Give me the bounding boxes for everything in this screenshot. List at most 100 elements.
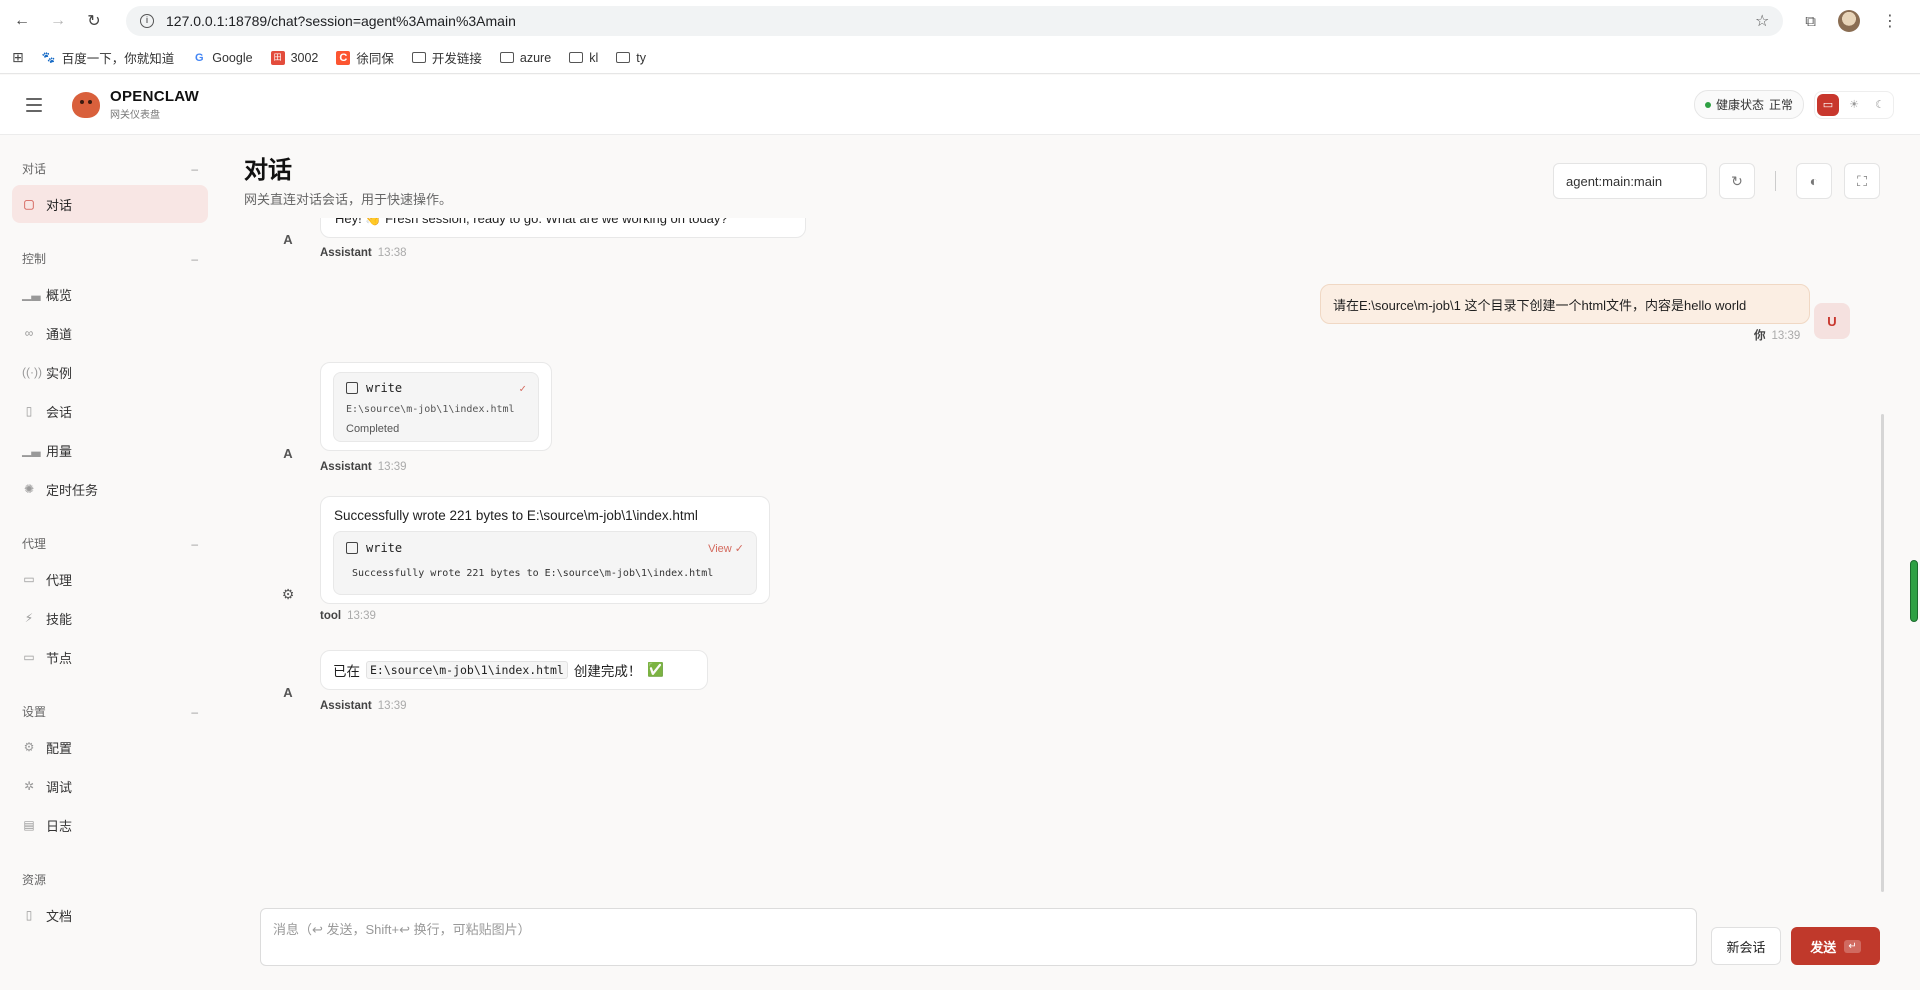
bookmark-star-icon[interactable]: ☆ <box>1755 11 1769 31</box>
bookmark-3002[interactable]: 田 3002 <box>270 50 318 65</box>
assistant-avatar: A <box>283 231 293 247</box>
book-icon: ▯ <box>25 908 33 922</box>
bookmark-google[interactable]: G Google <box>192 51 253 65</box>
session-selector[interactable]: agent:main:main <box>1553 163 1707 199</box>
sidebar-item-cron[interactable]: ✺ 定时任务 <box>12 470 208 508</box>
sidebar-item-instances[interactable]: ((·)) 实例 <box>12 353 208 391</box>
collapse-icon[interactable]: – <box>191 252 198 266</box>
theme-switcher: ▭ ☀ ☾ <box>1814 90 1894 119</box>
collapse-icon[interactable]: – <box>191 162 198 176</box>
health-status-badge: 健康状态 正常 <box>1693 90 1804 119</box>
new-session-button[interactable]: 新会话 <box>1711 927 1781 965</box>
main-content: 对话 网关直连对话会话，用于快速操作。 agent:main:main ↻ ◐ … <box>220 136 1920 990</box>
send-button[interactable]: 发送 ↵ <box>1791 927 1880 965</box>
sidebar-item-sessions[interactable]: ▯ 会话 <box>12 392 208 430</box>
refresh-icon[interactable]: ↻ <box>1719 163 1755 199</box>
app-icon: 田 <box>270 50 285 65</box>
page-subtitle: 网关直连对话会话，用于快速操作。 <box>244 192 453 207</box>
thinking-toggle-icon[interactable]: ◐ <box>1796 163 1832 199</box>
sidebar-section-resources: 资源 <box>22 873 47 887</box>
back-icon[interactable]: ← <box>12 11 32 31</box>
user-avatar: U <box>1814 303 1850 339</box>
address-bar[interactable]: i 127.0.0.1:18789/chat?session=agent%3Am… <box>126 6 1784 36</box>
sun-theme-icon[interactable]: ☀ <box>1843 94 1865 116</box>
assistant-tool-message: write ✓ E:\source\m-job\1\index.html Comp… <box>320 362 552 451</box>
hamburger-menu-icon[interactable] <box>26 97 42 112</box>
bookmark-baidu[interactable]: 🐾 百度一下，你就知道 <box>41 48 174 67</box>
sidebar-item-config[interactable]: ⚙ 配置 <box>12 728 208 766</box>
tool-card[interactable]: write View ✓ Successfully wrote 221 bytes… <box>333 531 757 595</box>
spinner-icon: ✺ <box>23 482 35 496</box>
sidebar-item-docs[interactable]: ▯ 文档 <box>12 896 208 934</box>
assistant-message: 已在 E:\source\m-job\1\index.html 创建完成！ ✅ <box>320 650 708 690</box>
gear-icon: ⚙ <box>23 740 35 754</box>
bookmark-folder-azure[interactable]: azure <box>499 51 551 65</box>
browser-toolbar: ← → ↻ i 127.0.0.1:18789/chat?session=age… <box>0 0 1920 42</box>
file-icon: ▯ <box>25 404 33 418</box>
enter-key-icon: ↵ <box>1844 939 1861 953</box>
reload-icon[interactable]: ↻ <box>84 11 104 31</box>
folder-icon <box>616 52 631 63</box>
tool-output-text: Successfully wrote 221 bytes to E:\sourc… <box>334 508 698 523</box>
baidu-icon: 🐾 <box>41 52 56 64</box>
forward-icon[interactable]: → <box>48 11 68 31</box>
google-icon: G <box>194 51 204 64</box>
chat-scrollbar[interactable] <box>1881 414 1884 892</box>
sidebar-section-settings[interactable]: 设置 – <box>12 695 208 728</box>
tool-path: E:\source\m-job\1\index.html <box>346 404 515 415</box>
link-icon: ∞ <box>24 326 34 340</box>
site-info-icon[interactable]: i <box>140 14 154 28</box>
assistant-avatar: A <box>283 445 293 461</box>
collapse-icon[interactable]: – <box>191 705 198 719</box>
sidebar-item-usage[interactable]: ▁▃ 用量 <box>12 431 208 469</box>
message-meta: Assistant 13:39 <box>320 461 407 473</box>
menu-icon[interactable]: ⋮ <box>1882 11 1898 31</box>
url-text[interactable]: 127.0.0.1:18789/chat?session=agent%3Amai… <box>166 13 516 29</box>
tool-status: Completed <box>346 423 400 435</box>
sidebar-item-nodes[interactable]: ▭ 节点 <box>12 638 208 676</box>
chat-thread: Hey! 👋 Fresh session, ready to go. What … <box>220 218 1920 756</box>
bug-icon: ✲ <box>23 779 35 793</box>
tool-card[interactable]: write ✓ E:\source\m-job\1\index.html Comp… <box>333 372 539 442</box>
sidebar-item-channels[interactable]: ∞ 通道 <box>12 314 208 352</box>
sidebar-section-agent[interactable]: 代理 – <box>12 527 208 560</box>
sidebar-section-control[interactable]: 控制 – <box>12 242 208 275</box>
sidebar-item-agents[interactable]: ▭ 代理 <box>12 560 208 598</box>
message-meta: Assistant 13:39 <box>320 700 407 712</box>
profile-avatar[interactable] <box>1838 10 1860 32</box>
tool-output-preview: Successfully wrote 221 bytes to E:\sourc… <box>352 568 714 579</box>
moon-theme-icon[interactable]: ☾ <box>1869 94 1891 116</box>
apps-grid-icon[interactable]: ⊞ <box>12 49 24 66</box>
message-meta: Assistant 13:38 <box>320 247 407 259</box>
check-icon: ✓ <box>519 381 526 395</box>
log-icon: ▤ <box>23 818 35 832</box>
sidebar-item-skills[interactable]: ⚡ 技能 <box>12 599 208 637</box>
monitor-icon: ▭ <box>23 650 35 664</box>
sidebar-item-overview[interactable]: ▁▃ 概览 <box>12 275 208 313</box>
sidebar: 对话 – ▢ 对话 控制 – ▁▃ 概览 ∞ 通道 ((·)) 实例 ▯ 会话 ▁▃ 用量 ✺ 定… <box>0 136 220 990</box>
extension-side-tab[interactable] <box>1910 560 1918 622</box>
message-input[interactable]: 消息（↩ 发送，Shift+↩ 换行，可粘贴图片） <box>260 908 1697 966</box>
openclaw-logo-icon <box>72 91 100 118</box>
extensions-icon[interactable]: ⧉ <box>1805 13 1816 30</box>
monitor-theme-icon[interactable]: ▭ <box>1817 93 1839 116</box>
view-link[interactable]: View ✓ <box>708 542 744 555</box>
sidebar-item-chat[interactable]: ▢ 对话 <box>12 185 208 223</box>
bookmark-folder-ty[interactable]: ty <box>616 51 646 65</box>
page-title: 对话 <box>244 157 292 184</box>
focus-mode-icon[interactable]: ⛶ <box>1844 163 1880 199</box>
user-message: 请在E:\source\m-job\1 这个目录下创建一个html文件，内容是h… <box>1320 284 1810 324</box>
bookmark-csdn[interactable]: C 徐同保 <box>336 48 394 67</box>
tool-output-message: Successfully wrote 221 bytes to E:\sourc… <box>320 496 770 604</box>
bookmarks-bar: ⊞ 🐾 百度一下，你就知道 G Google 田 3002 C 徐同保 开发链接 azu… <box>0 42 1920 74</box>
bar-chart-icon: ▁▃ <box>22 443 41 457</box>
sidebar-item-logs[interactable]: ▤ 日志 <box>12 806 208 844</box>
brand-subtitle: 网关仪表盘 <box>110 110 160 121</box>
bookmark-folder-kl[interactable]: kl <box>569 51 598 65</box>
folder-icon: ▭ <box>23 572 35 586</box>
sidebar-item-debug[interactable]: ✲ 调试 <box>12 767 208 805</box>
collapse-icon[interactable]: – <box>191 537 198 551</box>
gear-icon: ⚙ <box>281 585 295 602</box>
sidebar-section-chat[interactable]: 对话 – <box>12 152 208 185</box>
bookmark-folder-dev[interactable]: 开发链接 <box>411 48 482 67</box>
